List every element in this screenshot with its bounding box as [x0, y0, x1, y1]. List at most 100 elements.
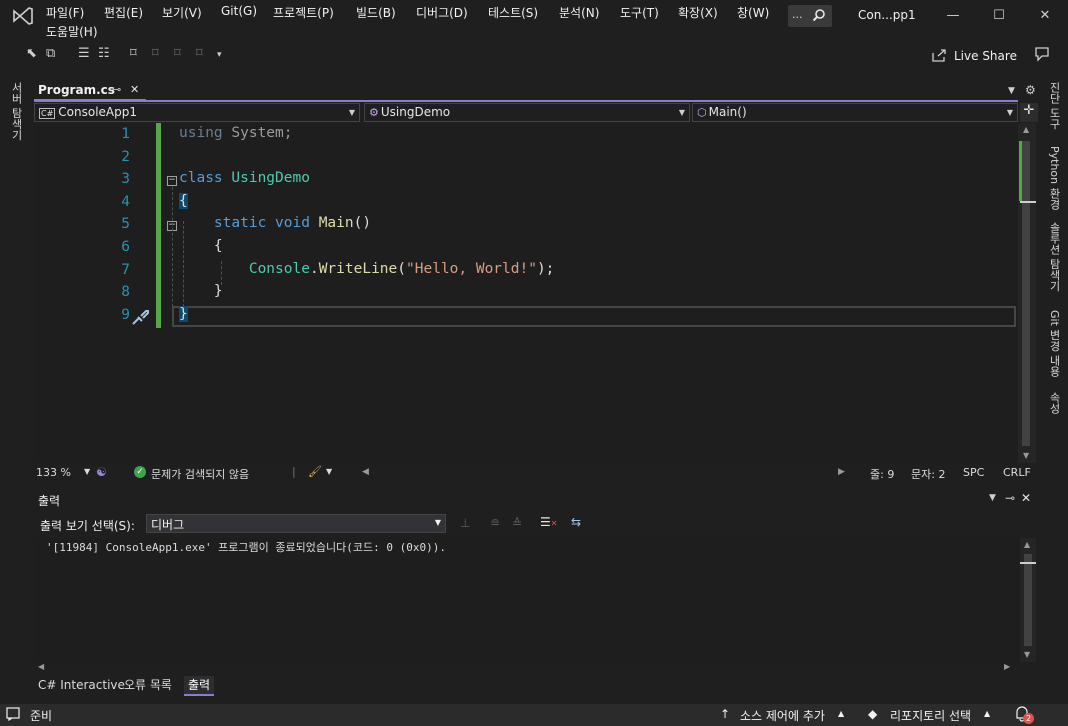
- hscroll-left-icon[interactable]: ◀: [38, 662, 44, 671]
- quick-actions-icon[interactable]: [130, 307, 150, 330]
- copilot-icon[interactable]: ☯: [96, 465, 107, 479]
- word-wrap-icon[interactable]: ⇆: [571, 515, 581, 529]
- scroll-down-icon[interactable]: ▼: [1023, 451, 1029, 460]
- hscroll-left-icon[interactable]: ◀: [362, 467, 369, 477]
- menu-project[interactable]: 프로젝트(P): [273, 4, 334, 21]
- zoom-dropdown-icon[interactable]: ▼: [84, 467, 90, 476]
- menu-debug[interactable]: 디버그(D): [416, 4, 468, 21]
- clear-bookmark-icon[interactable]: ⌑: [196, 46, 203, 61]
- tab-error-list[interactable]: 오류 목록: [120, 676, 176, 696]
- menu-analyze[interactable]: 분석(N): [559, 4, 599, 21]
- select-repository-button[interactable]: 리포지토리 선택: [890, 707, 971, 724]
- uncomment-icon[interactable]: ☷: [98, 46, 110, 61]
- pin-tab-icon[interactable]: ⊸: [112, 83, 121, 96]
- prev-message-icon[interactable]: ≘: [490, 516, 500, 530]
- menu-test[interactable]: 테스트(S): [488, 4, 538, 21]
- method-name: WriteLine: [318, 261, 398, 277]
- brace: }: [179, 306, 188, 322]
- menu-extensions[interactable]: 확장(X): [678, 4, 718, 21]
- zoom-level[interactable]: 133 %: [36, 466, 71, 479]
- maximize-icon[interactable]: ☐: [976, 0, 1022, 32]
- scroll-up-icon[interactable]: ▲: [1024, 540, 1030, 549]
- comment-out-icon[interactable]: ☰: [78, 46, 90, 61]
- menu-build[interactable]: 빌드(B): [356, 4, 396, 21]
- hscroll-right-icon[interactable]: ▶: [838, 467, 845, 477]
- menu-edit[interactable]: 편집(E): [104, 4, 143, 21]
- code-cleanup-icon[interactable]: 🖌: [308, 465, 322, 478]
- feedback-icon[interactable]: [1034, 46, 1050, 66]
- minimize-icon[interactable]: —: [930, 0, 976, 32]
- tab-output[interactable]: 출력: [184, 676, 215, 696]
- code-text: (): [353, 215, 372, 231]
- solution-explorer-tab[interactable]: 솔루션 탐색기: [1046, 222, 1062, 292]
- line-indicator[interactable]: 줄: 9: [870, 466, 894, 482]
- issues-status[interactable]: 문제가 검색되지 않음: [151, 466, 249, 482]
- line-number: 8: [121, 284, 130, 300]
- menu-tools[interactable]: 도구(T): [620, 4, 659, 21]
- menu-window[interactable]: 창(W): [737, 4, 769, 21]
- bookmark-icon[interactable]: ⌑: [130, 46, 137, 61]
- properties-tab[interactable]: 속성: [1046, 392, 1062, 414]
- close-tab-icon[interactable]: ✕: [130, 83, 139, 96]
- output-horizontal-scrollbar[interactable]: ◀ ▶: [34, 662, 1020, 674]
- server-explorer-tab[interactable]: 서버 탐색기: [8, 82, 24, 141]
- live-share-icon[interactable]: [932, 48, 947, 66]
- pin-panel-icon[interactable]: ⊸: [1005, 491, 1015, 505]
- python-env-tab[interactable]: Python 환경: [1046, 146, 1062, 210]
- output-panel-header: 출력 ▼ ⊸ ✕: [34, 490, 1040, 510]
- panel-menu-icon[interactable]: ▼: [989, 493, 996, 503]
- split-editor-icon[interactable]: ✛: [1020, 103, 1038, 122]
- class-name: UsingDemo: [231, 170, 310, 186]
- tab-program-cs[interactable]: Program.cs ⊸ ✕: [34, 81, 146, 101]
- project-dropdown[interactable]: C# ConsoleApp1 ▼: [34, 103, 360, 122]
- add-source-control-button[interactable]: 소스 제어에 추가: [740, 707, 825, 724]
- browse-icon[interactable]: ⧉: [46, 46, 55, 61]
- pointer-select-icon[interactable]: ⬉: [26, 46, 37, 61]
- left-tool-strip: 서버 탐색기: [0, 70, 28, 700]
- vs-logo-icon[interactable]: [12, 6, 34, 26]
- menu-git[interactable]: Git(G): [221, 4, 257, 18]
- line-ending-indicator[interactable]: CRLF: [1003, 466, 1031, 479]
- cleanup-dropdown-icon[interactable]: ▼: [326, 467, 332, 476]
- next-message-icon[interactable]: ≙: [512, 516, 522, 530]
- whitespace-indicator[interactable]: SPC: [963, 466, 984, 479]
- clear-all-icon[interactable]: ☰✕: [540, 515, 557, 529]
- prev-bookmark-icon[interactable]: ⌑: [152, 46, 159, 61]
- char-indicator[interactable]: 문자: 2: [911, 466, 945, 482]
- tab-list-dropdown-icon[interactable]: ▼: [1008, 86, 1015, 96]
- output-vertical-scrollbar[interactable]: ▲ ▼: [1020, 538, 1036, 662]
- chevron-down-icon: ▼: [1006, 108, 1013, 117]
- brace: {: [179, 193, 188, 209]
- scroll-caret-marker: [1020, 562, 1036, 564]
- menu-help[interactable]: 도움말(H): [46, 23, 98, 40]
- editor-vertical-scrollbar[interactable]: ▲ ▼: [1018, 123, 1036, 463]
- menu-view[interactable]: 보기(V): [162, 4, 202, 21]
- class-dropdown[interactable]: ⚙ UsingDemo ▼: [364, 103, 690, 122]
- collapse-class-icon[interactable]: −: [167, 176, 177, 186]
- scroll-up-icon[interactable]: ▲: [1023, 125, 1029, 134]
- scroll-down-icon[interactable]: ▼: [1024, 650, 1030, 659]
- diagnostic-tools-tab[interactable]: 진단 도구: [1046, 82, 1062, 130]
- scrollbar-thumb[interactable]: [1022, 141, 1030, 446]
- code-editor[interactable]: 1 2 3 4 5 6 7 8 9 − − using System; clas…: [34, 123, 1036, 463]
- output-source-dropdown[interactable]: 디버그 ▼: [146, 514, 446, 533]
- member-dropdown[interactable]: ⬡ Main() ▼: [692, 103, 1018, 122]
- output-line: '[11984] ConsoleApp1.exe' 프로그램이 종료되었습니다(…: [46, 541, 446, 554]
- live-share-button[interactable]: Live Share: [954, 49, 1017, 63]
- toolbar-overflow-icon[interactable]: ▾: [217, 50, 222, 60]
- output-text-area[interactable]: '[11984] ConsoleApp1.exe' 프로그램이 종료되었습니다(…: [34, 538, 1036, 662]
- find-message-icon[interactable]: ⊥: [460, 516, 470, 530]
- scrollbar-thumb[interactable]: [1024, 554, 1032, 646]
- git-changes-tab[interactable]: Git 변경 내용: [1046, 310, 1062, 377]
- csharp-project-icon: C#: [39, 108, 56, 119]
- close-panel-icon[interactable]: ✕: [1021, 491, 1031, 505]
- search-box[interactable]: ...: [788, 5, 832, 27]
- editor-settings-icon[interactable]: ⚙: [1025, 83, 1036, 97]
- close-window-icon[interactable]: ✕: [1022, 0, 1068, 32]
- line-number: 2: [121, 149, 130, 165]
- project-name: ConsoleApp1: [58, 105, 138, 119]
- next-bookmark-icon[interactable]: ⌑: [174, 46, 181, 61]
- hscroll-right-icon[interactable]: ▶: [1004, 662, 1010, 671]
- tab-csharp-interactive[interactable]: C# Interactive: [34, 676, 129, 696]
- menu-file[interactable]: 파일(F): [46, 4, 84, 21]
